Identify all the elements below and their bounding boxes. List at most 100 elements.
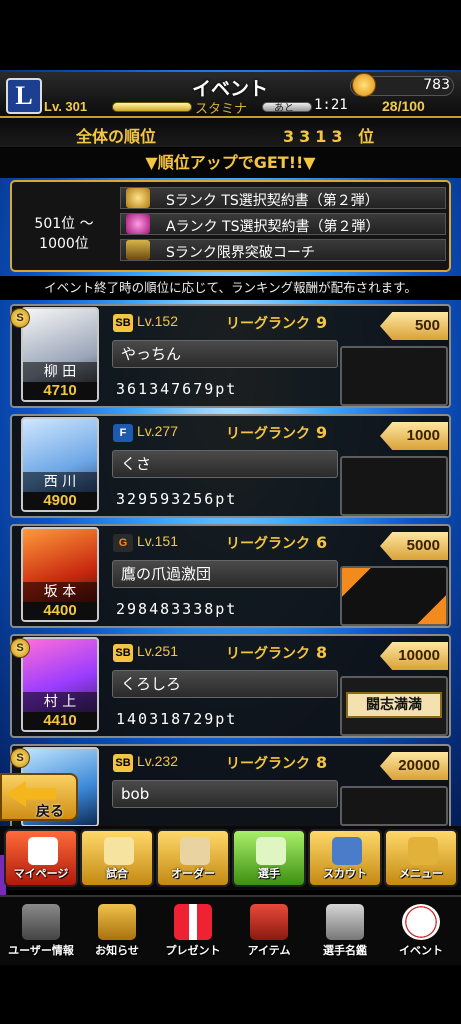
- nav-label: お知らせ: [95, 944, 139, 957]
- nav-label: 選手名鑑: [323, 944, 367, 957]
- nav-menu[interactable]: メニュー: [384, 829, 458, 887]
- reward-item-label: Sランク限界突破コーチ: [166, 245, 315, 261]
- gift-icon: [174, 904, 212, 940]
- player-score: 4900: [23, 492, 97, 510]
- user-level: Lv.151: [137, 533, 178, 549]
- rank-up-banner: ▼順位アップでGET!!▼: [0, 148, 461, 178]
- baseball-icon: [402, 904, 440, 940]
- player-name: 村 上: [23, 692, 97, 712]
- user-points: 298483338pt: [116, 600, 238, 618]
- coin-icon: [352, 73, 376, 97]
- stamina-label: スタミナ: [195, 102, 248, 117]
- user-level: Lv.251: [137, 643, 178, 659]
- nav-user-info[interactable]: ユーザー情報: [4, 898, 78, 962]
- nav-label: ユーザー情報: [8, 944, 74, 957]
- league-rank: リーグランク 9: [226, 313, 327, 333]
- overall-rank-label: 全体の順位: [76, 127, 157, 146]
- nav-players[interactable]: 選手: [232, 829, 306, 887]
- team-softbank-icon: SB: [113, 754, 133, 772]
- player-avatar: 西 川 4900: [21, 417, 99, 512]
- user-name: くさ: [112, 450, 338, 478]
- contract-a-icon: [126, 214, 150, 234]
- player-name: 西 川: [23, 472, 97, 492]
- s-rank-badge-icon: S: [10, 638, 30, 658]
- team-softbank-icon: SB: [113, 644, 133, 662]
- reward-slot-mascot: [340, 566, 448, 626]
- league-rank-label: リーグランク: [226, 536, 310, 552]
- league-rank-label: リーグランク: [226, 426, 310, 442]
- team-softbank-icon: SB: [113, 314, 133, 332]
- player-score: 4410: [23, 712, 97, 730]
- nav-label: マイページ: [13, 867, 69, 880]
- nav-order[interactable]: オーダー: [156, 829, 230, 887]
- user-level: Lv. 301: [44, 99, 88, 114]
- nav-label: メニュー: [399, 867, 443, 880]
- rank-ribbon: 500: [380, 312, 448, 340]
- league-rank: リーグランク 8: [226, 753, 327, 773]
- league-rank-number: 9: [316, 423, 328, 442]
- nav-present[interactable]: プレゼント: [156, 898, 230, 962]
- reward-range: 501位 〜 1000位: [14, 214, 114, 254]
- rank-ribbon: 5000: [380, 532, 448, 560]
- rank-ribbon: 1000: [380, 422, 448, 450]
- player-score: 4400: [23, 602, 97, 620]
- league-rank: リーグランク 9: [226, 423, 327, 443]
- league-rank-label: リーグランク: [226, 646, 310, 662]
- user-name: くろしろ: [112, 670, 338, 698]
- league-rank-number: 8: [316, 753, 328, 772]
- team-fighters-icon: F: [113, 424, 133, 442]
- menu-mascot-icon: [408, 837, 438, 865]
- news-icon: [98, 904, 136, 940]
- nav-event[interactable]: イベント: [384, 898, 458, 962]
- user-points: 361347679pt: [116, 380, 238, 398]
- title-plate: 闘志満満: [346, 692, 442, 718]
- league-rank-label: リーグランク: [226, 756, 310, 772]
- nav-label: イベント: [399, 944, 443, 957]
- reward-slot: [340, 346, 448, 406]
- reward-slot-title: 闘志満満: [340, 676, 448, 736]
- user-info-icon: [22, 904, 60, 940]
- overall-rank-row: [0, 118, 461, 148]
- overall-rank-value: 3313 位: [283, 127, 380, 146]
- user-level: Lv.277: [137, 423, 178, 439]
- nav-label: スカウト: [323, 867, 367, 880]
- rank-ribbon: 10000: [380, 642, 448, 670]
- reward-range-to: 1000位: [39, 236, 89, 252]
- s-rank-badge-icon: S: [10, 748, 30, 768]
- batter-icon: [326, 904, 364, 940]
- league-rank-number: 8: [316, 643, 328, 662]
- user-name: bob: [112, 780, 338, 808]
- nav-items[interactable]: アイテム: [232, 898, 306, 962]
- player-avatar: 柳 田 4710: [21, 307, 99, 402]
- reward-item-label: Sランク TS選択契約書（第２弾）: [166, 193, 379, 209]
- nav-player-directory[interactable]: 選手名鑑: [308, 898, 382, 962]
- stamina-value: 28/100: [382, 98, 425, 114]
- reward-slot: [340, 456, 448, 516]
- nav-mypage[interactable]: マイページ: [4, 829, 78, 887]
- contract-s-icon: [126, 188, 150, 208]
- field-icon: [180, 837, 210, 865]
- user-points: 329593256pt: [116, 490, 238, 508]
- user-points: 140318729pt: [116, 710, 238, 728]
- reward-slot: [340, 786, 448, 826]
- nav-match[interactable]: 試合: [80, 829, 154, 887]
- stamina-timer: 1:21: [314, 97, 348, 113]
- player-name: 坂 本: [23, 582, 97, 602]
- league-rank: リーグランク 6: [226, 533, 327, 553]
- rank-ribbon: 20000: [380, 752, 448, 780]
- mypage-icon: [28, 837, 58, 865]
- team-giants-icon: G: [113, 534, 133, 552]
- nav-label: オーダー: [171, 867, 215, 880]
- team-logo-icon: L: [6, 78, 42, 114]
- player-icon: [256, 837, 286, 865]
- user-name: やっちん: [112, 340, 338, 368]
- nav-news[interactable]: お知らせ: [80, 898, 154, 962]
- player-avatar: 村 上 4410: [21, 637, 99, 732]
- nav-scout[interactable]: スカウト: [308, 829, 382, 887]
- league-rank-number: 6: [316, 533, 328, 552]
- bottom-bar: [0, 966, 461, 1024]
- player-score: 4710: [23, 382, 97, 400]
- scout-card-icon: [332, 837, 362, 865]
- player-avatar: 坂 本 4400: [21, 527, 99, 622]
- nav-label: プレゼント: [165, 944, 221, 957]
